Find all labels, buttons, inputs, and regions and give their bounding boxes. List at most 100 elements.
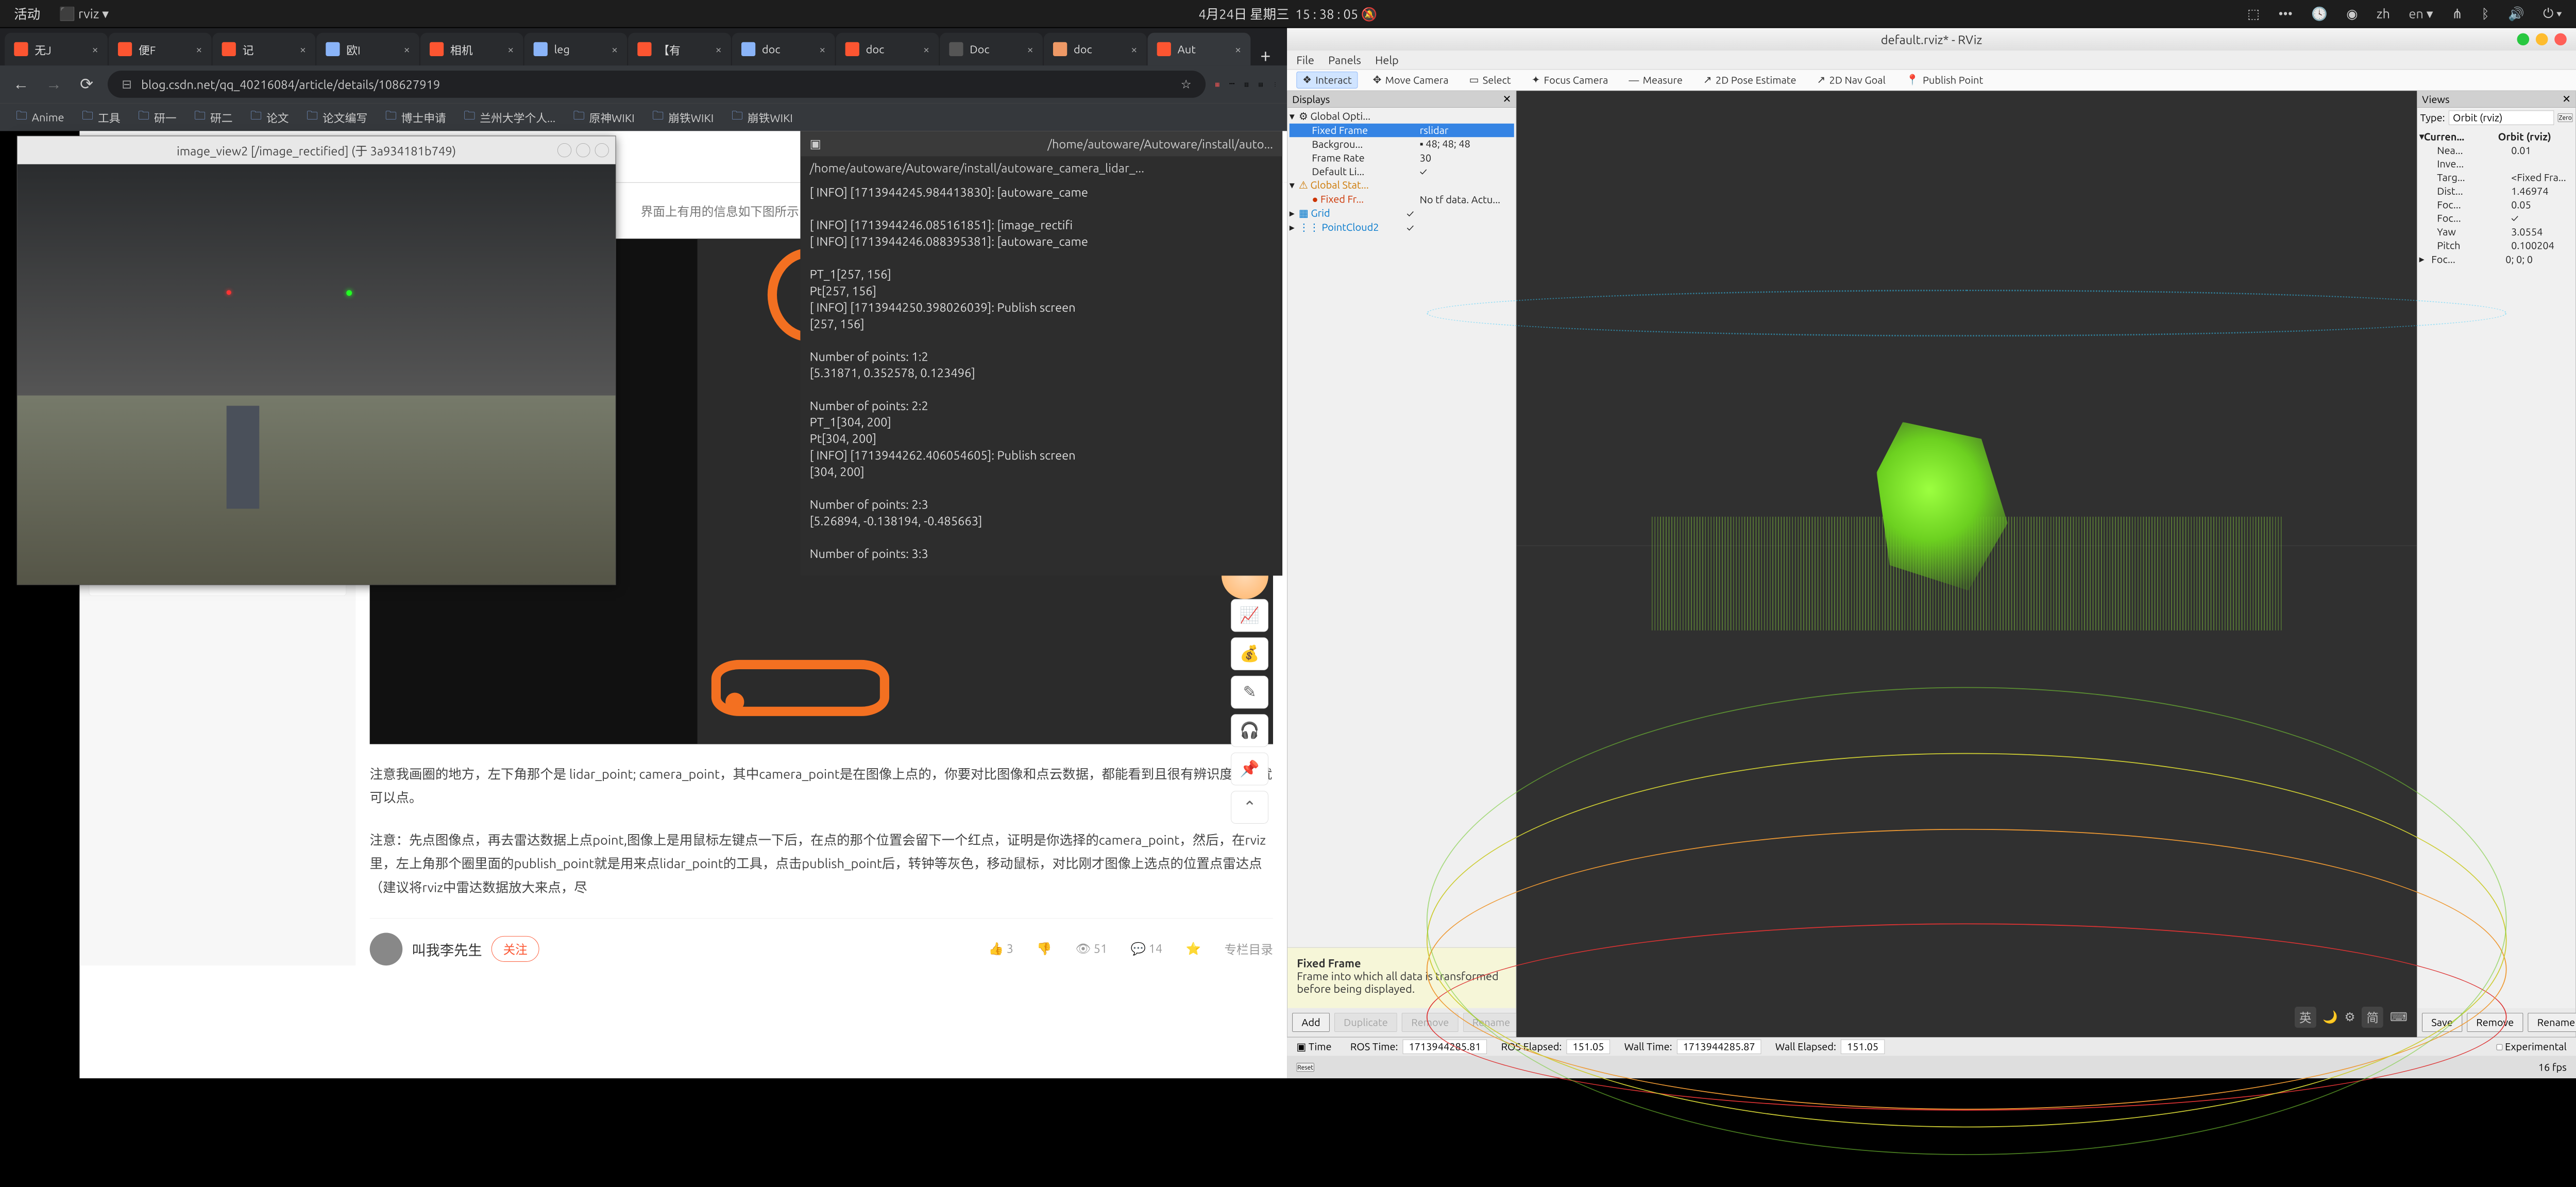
bookmark-item[interactable]: 🗀崩铁WIKI: [725, 105, 800, 129]
extension-2-icon[interactable]: •••: [1229, 81, 1235, 87]
bookmark-item[interactable]: 🗀原神WIKI: [567, 105, 641, 129]
bluetooth-icon[interactable]: ᛒ: [2481, 6, 2489, 21]
tab-close-icon[interactable]: ×: [1027, 43, 1033, 56]
rviz-menu-item[interactable]: Panels: [1328, 54, 1361, 66]
win-close-icon[interactable]: [595, 143, 609, 157]
win-min-icon[interactable]: [557, 143, 571, 157]
views-tree[interactable]: ▾Curren...Orbit (rviz) Nea...0.01 Inve..…: [2417, 128, 2575, 268]
browser-tab[interactable]: 欧I×: [316, 33, 419, 66]
tab-close-icon[interactable]: ×: [196, 43, 202, 56]
float-chart-icon[interactable]: 📈: [1231, 599, 1268, 632]
reset-button[interactable]: Reset: [1296, 1063, 1314, 1072]
browser-tab[interactable]: doc×: [836, 33, 939, 66]
activities-button[interactable]: 活动: [14, 4, 40, 23]
toc-btn[interactable]: 专栏目录: [1224, 940, 1273, 958]
win-max-icon[interactable]: [576, 143, 590, 157]
browser-tab[interactable]: Aut×: [1147, 33, 1250, 66]
bookmark-item[interactable]: 🗀研二: [188, 105, 239, 129]
follow-button[interactable]: 关注: [492, 936, 539, 962]
float-edit-icon[interactable]: ✎: [1231, 676, 1268, 709]
extension-3-icon[interactable]: ▥: [1244, 81, 1249, 88]
forward-button[interactable]: →: [42, 73, 65, 96]
tab-close-icon[interactable]: ×: [1131, 43, 1137, 56]
experimental-checkbox[interactable]: Experimental: [2497, 1041, 2567, 1053]
camera-scene[interactable]: [18, 164, 616, 585]
views-zero-button[interactable]: Zero: [2558, 113, 2573, 122]
bookmark-item[interactable]: 🗀工具: [75, 105, 127, 129]
indicator-app-icon[interactable]: ⬚: [2247, 6, 2260, 21]
mac-min-icon[interactable]: [2536, 33, 2548, 45]
tab-close-icon[interactable]: ×: [300, 43, 306, 56]
bookmark-item[interactable]: 🗀崩铁WIKI: [646, 105, 721, 129]
ime-btn-1[interactable]: 英: [2295, 1007, 2316, 1028]
comment-count[interactable]: 💬 14: [1131, 942, 1162, 956]
tab-close-icon[interactable]: ×: [715, 43, 721, 56]
menu-button[interactable]: ⋮: [1273, 81, 1278, 88]
ime-moon-icon[interactable]: 🌙: [2323, 1010, 2337, 1024]
panel-close-icon[interactable]: ✕: [1503, 93, 1512, 106]
browser-tab[interactable]: 相机×: [420, 33, 523, 66]
new-tab-button[interactable]: +: [1251, 44, 1280, 65]
float-up-icon[interactable]: ⌃: [1231, 791, 1268, 824]
star-button[interactable]: ☆: [1181, 77, 1192, 91]
browser-tab[interactable]: 便F×: [109, 33, 212, 66]
terminal-output[interactable]: [ INFO] [1713944245.984413830]: [autowar…: [800, 179, 1282, 566]
ime-gear-icon[interactable]: ⚙: [2344, 1010, 2355, 1024]
thumb-down[interactable]: 👎: [1037, 942, 1052, 956]
tab-close-icon[interactable]: ×: [819, 43, 825, 56]
extension-4-icon[interactable]: ▤: [1258, 81, 1263, 88]
rviz-tool-measure[interactable]: —Measure: [1623, 72, 1688, 88]
tab-close-icon[interactable]: ×: [507, 43, 514, 56]
rviz-tool-focus-camera[interactable]: ✦Focus Camera: [1526, 72, 1614, 88]
site-info-icon[interactable]: ⊟: [122, 77, 132, 91]
tab-close-icon[interactable]: ×: [923, 43, 929, 56]
author-name[interactable]: 叫我李先生: [412, 939, 482, 959]
mac-zoom-icon[interactable]: [2517, 33, 2530, 45]
rviz-tool-publish-point[interactable]: 📍Publish Point: [1901, 72, 1989, 88]
power-icon[interactable]: ⏻ ▾: [2543, 6, 2562, 21]
tab-close-icon[interactable]: ×: [612, 43, 618, 56]
lang-indicator-1[interactable]: zh: [2377, 6, 2390, 21]
bookmark-item[interactable]: 🗀兰州大学个人...: [457, 105, 562, 129]
bookmark-item[interactable]: 🗀论文编写: [300, 105, 374, 129]
views-type-select[interactable]: Orbit (rviz): [2449, 110, 2554, 125]
rviz-tool-2d-nav-goal[interactable]: ↗2D Nav Goal: [1811, 72, 1891, 88]
indicator-dots-icon[interactable]: •••: [2278, 6, 2292, 21]
rviz-3d-view[interactable]: 英 🌙 ⚙ 简 ⌨: [1516, 91, 2417, 1037]
reload-button[interactable]: ⟳: [75, 73, 98, 96]
network-icon[interactable]: ⋔: [2452, 6, 2463, 21]
clock-date[interactable]: 4月24日 星期三 15 : 38 : 05 🔕: [1198, 7, 1377, 22]
ime-btn-2[interactable]: 简: [2362, 1007, 2383, 1028]
bookmark-btn[interactable]: ⭐: [1186, 942, 1201, 956]
rviz-menu-item[interactable]: File: [1296, 54, 1314, 66]
author-avatar[interactable]: [370, 932, 403, 965]
mac-close-icon[interactable]: [2554, 33, 2567, 45]
views-close-icon[interactable]: ✕: [2562, 93, 2571, 106]
indicator-chrome-icon[interactable]: ◉: [2346, 6, 2358, 21]
rviz-tool-select[interactable]: ▭Select: [1464, 72, 1517, 88]
lang-indicator-2[interactable]: en ▾: [2409, 6, 2433, 21]
bookmark-item[interactable]: 🗀研一: [131, 105, 183, 129]
rviz-tool-interact[interactable]: ❖Interact: [1296, 72, 1358, 89]
address-bar[interactable]: ⊟ blog.csdn.net/qq_40216084/article/deta…: [108, 71, 1206, 98]
rviz-tool-move-camera[interactable]: ✥Move Camera: [1367, 72, 1454, 88]
bookmark-item[interactable]: 🗀博士申请: [379, 105, 453, 129]
extension-1-icon[interactable]: ▦: [1215, 81, 1219, 88]
tab-close-icon[interactable]: ×: [1235, 43, 1241, 56]
rviz-menu-item[interactable]: Help: [1375, 54, 1399, 66]
browser-tab[interactable]: 记×: [212, 33, 315, 66]
browser-tab[interactable]: 【有×: [628, 33, 731, 66]
browser-tab[interactable]: Doc×: [940, 33, 1043, 66]
terminal-tab-icon[interactable]: ▣: [810, 137, 821, 151]
tab-close-icon[interactable]: ×: [403, 43, 410, 56]
float-headset-icon[interactable]: 🎧: [1231, 714, 1268, 747]
bookmark-item[interactable]: 🗀Anime: [9, 105, 71, 129]
ime-keyboard-icon[interactable]: ⌨: [2390, 1010, 2408, 1024]
bookmark-item[interactable]: 🗀论文: [244, 105, 295, 129]
tab-close-icon[interactable]: ×: [92, 43, 98, 56]
browser-tab[interactable]: 无J×: [5, 33, 108, 66]
volume-icon[interactable]: 🔊: [2508, 6, 2524, 21]
browser-tab[interactable]: doc×: [732, 33, 835, 66]
thumb-up[interactable]: 👍 3: [989, 942, 1013, 956]
indicator-clock-icon[interactable]: 🕓: [2311, 6, 2328, 21]
